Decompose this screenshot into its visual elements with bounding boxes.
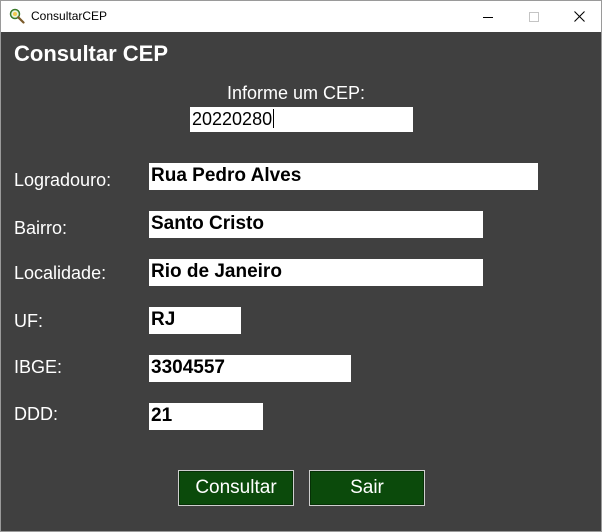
page-title: Consultar CEP [14,41,169,66]
close-icon [573,11,585,22]
uf-label: UF: [14,311,43,331]
maximize-button[interactable] [511,1,557,32]
text-cursor [273,109,275,128]
localidade-label: Localidade: [14,263,107,283]
window-title: ConsultarCEP [31,9,108,23]
cep-prompt-label: Informe um CEP: [227,83,366,103]
uf-field[interactable]: RJ [149,307,241,334]
sair-button[interactable]: Sair [309,470,425,506]
close-button[interactable] [556,1,602,32]
minimize-button[interactable] [465,1,511,32]
app-window: ConsultarCEP Consultar CEP Informe um CE… [0,0,602,532]
minimize-icon [483,16,493,18]
bairro-field[interactable]: Santo Cristo [149,211,483,238]
cep-input-value: 20220280 [192,109,273,129]
localidade-field[interactable]: Rio de Janeiro [149,259,483,286]
title-bar[interactable]: ConsultarCEP [1,1,601,32]
ibge-label: IBGE: [14,357,63,377]
maximize-icon [529,11,539,22]
bairro-label: Bairro: [14,218,68,238]
cep-input[interactable]: 20220280 [190,107,413,132]
logradouro-label: Logradouro: [14,170,112,190]
ddd-field[interactable]: 21 [149,403,263,430]
main-panel: Consultar CEP Informe um CEP: 20220280 L… [1,32,601,531]
magnifier-icon [9,8,25,24]
consultar-button[interactable]: Consultar [178,470,294,506]
ddd-label: DDD: [14,404,58,424]
logradouro-field[interactable]: Rua Pedro Alves [149,163,538,190]
ibge-field[interactable]: 3304557 [149,355,351,382]
